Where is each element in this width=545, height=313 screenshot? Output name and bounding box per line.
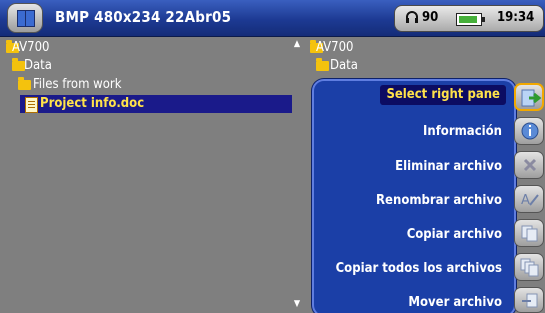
menu-item-select-right-pane[interactable]: Select right pane bbox=[380, 85, 506, 105]
document-icon bbox=[25, 97, 38, 113]
tree-item-label: AV700 bbox=[12, 40, 50, 55]
tree-item-label: Data bbox=[24, 58, 52, 73]
svg-text:A: A bbox=[521, 193, 530, 208]
scroll-up-arrow-icon[interactable]: ▲ bbox=[292, 38, 302, 50]
tree-item-label: Files from work bbox=[33, 77, 122, 92]
volume-level: 90 bbox=[422, 10, 439, 25]
window-title: BMP 480x234 22Abr05 bbox=[55, 8, 232, 26]
screen: BMP 480x234 22Abr05 90 19:34 AV700 Data … bbox=[0, 0, 545, 313]
tree-item-files-from-work[interactable]: Files from work bbox=[4, 76, 290, 94]
tree-item-label: Project info.doc bbox=[40, 96, 145, 111]
menu-item-informacion[interactable]: Información bbox=[423, 122, 502, 142]
tree-item-label: Data bbox=[330, 58, 358, 73]
left-pane[interactable]: AV700 Data Files from work Project info.… bbox=[0, 37, 298, 313]
left-pane-scrollbar[interactable]: ▲ ▼ bbox=[292, 38, 302, 313]
copy-all-icon[interactable] bbox=[514, 253, 544, 281]
folder-icon bbox=[316, 58, 329, 71]
scroll-down-arrow-icon[interactable]: ▼ bbox=[292, 298, 302, 310]
info-icon[interactable] bbox=[514, 117, 544, 145]
menu-item-copiar-todos[interactable]: Copiar todos los archivos bbox=[336, 259, 502, 279]
menu-item-renombrar-archivo[interactable]: Renombrar archivo bbox=[376, 191, 502, 211]
move-file-icon[interactable] bbox=[514, 287, 544, 313]
headphone-icon bbox=[406, 11, 418, 23]
menu-item-copiar-archivo[interactable]: Copiar archivo bbox=[407, 225, 502, 245]
tree-item-data[interactable]: Data bbox=[306, 57, 506, 75]
rename-pen-icon[interactable]: A bbox=[514, 185, 544, 213]
folder-icon bbox=[18, 77, 31, 90]
tree-item-av700[interactable]: AV700 bbox=[306, 39, 506, 57]
tree-item-data[interactable]: Data bbox=[4, 57, 290, 75]
battery-icon bbox=[456, 13, 485, 26]
tree-item-av700[interactable]: AV700 bbox=[4, 39, 290, 57]
top-bar: BMP 480x234 22Abr05 90 19:34 bbox=[0, 0, 545, 37]
delete-x-icon[interactable] bbox=[514, 151, 544, 179]
clock: 19:34 bbox=[497, 10, 535, 25]
arrow-right-icon[interactable] bbox=[514, 83, 544, 111]
menu-item-eliminar-archivo[interactable]: Eliminar archivo bbox=[395, 157, 502, 177]
status-area: 90 19:34 bbox=[394, 5, 544, 32]
app-browser-icon[interactable] bbox=[7, 3, 43, 33]
tree-item-project-info[interactable]: Project info.doc bbox=[20, 95, 292, 113]
copy-file-icon[interactable] bbox=[514, 219, 544, 247]
menu-item-mover-archivo[interactable]: Mover archivo bbox=[408, 293, 502, 313]
tree-item-label: AV700 bbox=[316, 40, 354, 55]
context-menu: Select right pane Información Eliminar a… bbox=[312, 79, 516, 313]
